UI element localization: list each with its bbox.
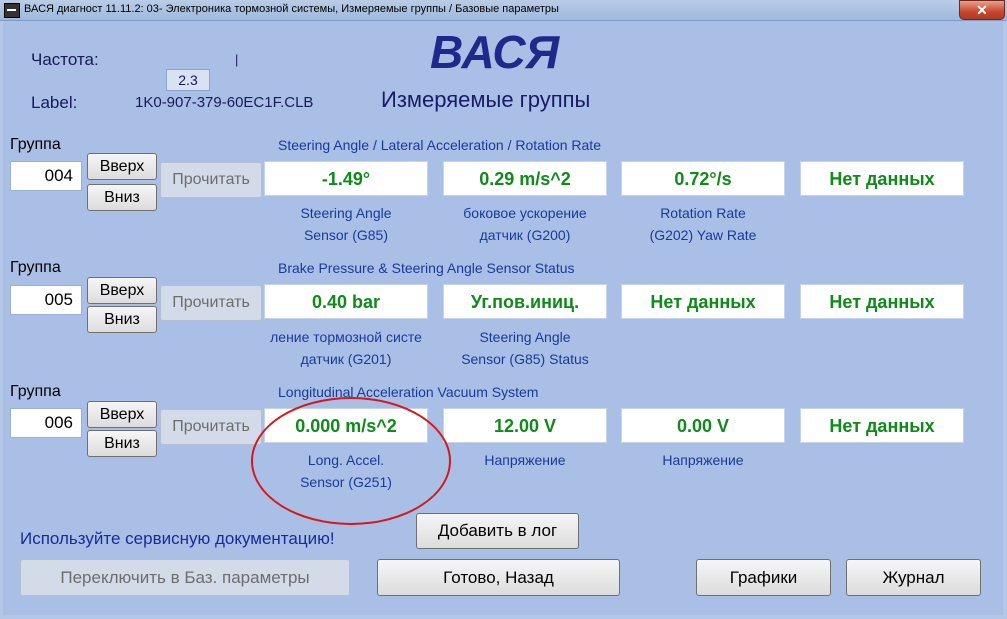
value-description: ление тормозной систе датчик (G201) [270,329,422,367]
value-field: Нет данных [800,161,964,196]
group-down-button[interactable]: Вниз [87,430,157,457]
frequency-label: Частота: [31,50,99,69]
group-label: Группа [10,259,61,276]
group-header: Brake Pressure & Steering Angle Sensor S… [278,260,575,276]
annotation-circle [251,397,451,525]
label-value: 1K0-907-379-60EC1F.CLB [135,94,314,111]
group-up-button[interactable]: Вверх [87,401,157,428]
group-down-button[interactable]: Вниз [87,184,157,211]
window-title: ВАСЯ диагност 11.11.2: 03- Электроника т… [24,3,559,15]
switch-basic-params-button[interactable]: Переключить в Баз. параметры [20,559,350,596]
value-field: Уг.пов.иниц. [443,284,607,319]
group-header: Longitudinal Acceleration Vacuum System [278,384,539,400]
value-field: Нет данных [800,284,964,319]
journal-button[interactable]: Журнал [846,559,981,596]
value-field: 0.40 bar [264,284,428,319]
value-description: Напряжение [662,452,744,468]
close-icon[interactable]: ✕ [959,0,1005,20]
value-description: Steering Angle Sensor (G85) [300,205,392,243]
done-back-button[interactable]: Готово, Назад [377,559,620,596]
value-field: Нет данных [621,284,785,319]
page-subtitle: Измеряемые группы [381,87,591,112]
group-number-field[interactable]: 006 [10,408,82,438]
value-description: Напряжение [484,452,566,468]
value-field: 0.29 m/s^2 [443,161,607,196]
read-button[interactable]: Прочитать [160,409,262,445]
app-icon [4,3,20,18]
main-panel: Частота: 2.3 | Label: 1K0-907-379-60EC1F… [3,21,1003,615]
group-label: Группа [10,136,61,153]
group-up-button[interactable]: Вверх [87,277,157,304]
group-number-field[interactable]: 004 [10,161,82,191]
add-to-log-button[interactable]: Добавить в лог [416,513,579,549]
group-up-button[interactable]: Вверх [87,153,157,180]
group-label: Группа [10,383,61,400]
graphs-button[interactable]: Графики [696,559,831,596]
value-field: 0.00 V [621,408,785,443]
service-docs-hint: Используйте сервисную документацию! [20,529,335,548]
value-field: Нет данных [800,408,964,443]
value-description: Rotation Rate (G202) Yaw Rate [649,205,757,243]
value-field: -1.49° [264,161,428,196]
title-bar: ВАСЯ диагност 11.11.2: 03- Электроника т… [0,0,1007,21]
label-label: Label: [31,93,78,112]
value-description: Steering Angle Sensor (G85) Status [461,329,589,367]
group-number-field[interactable]: 005 [10,285,82,315]
value-field: 0.72°/s [621,161,785,196]
group-header: Steering Angle / Lateral Acceleration / … [278,137,601,153]
frequency-marker: | [235,52,239,67]
group-down-button[interactable]: Вниз [87,306,157,333]
read-button[interactable]: Прочитать [160,162,262,198]
value-description: боковое ускорение датчик (G200) [463,205,587,243]
frequency-value: 2.3 [166,69,210,91]
value-field: 12.00 V [443,408,607,443]
read-button[interactable]: Прочитать [160,285,262,321]
app-brand: ВАСЯ [430,26,560,78]
